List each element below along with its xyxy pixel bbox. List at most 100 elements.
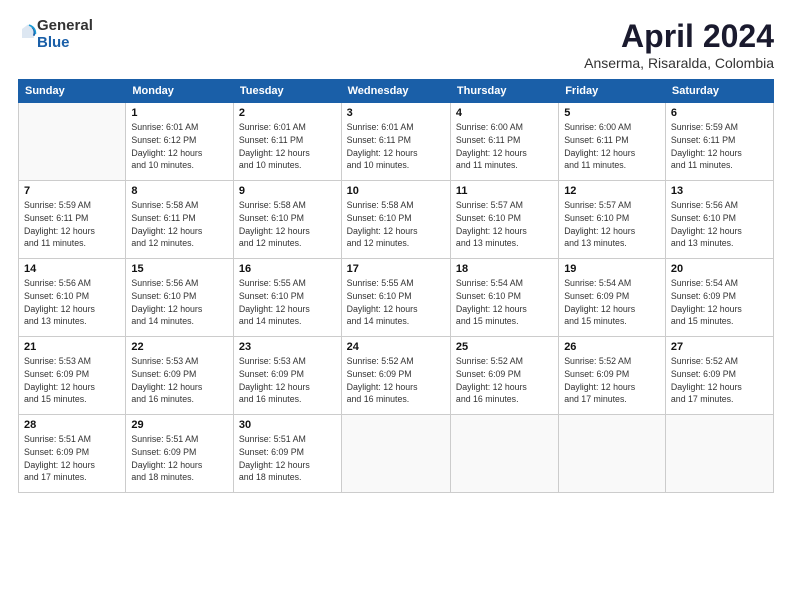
header-row: SundayMondayTuesdayWednesdayThursdayFrid… xyxy=(19,80,774,103)
day-info: Sunrise: 5:57 AM Sunset: 6:10 PM Dayligh… xyxy=(564,199,660,250)
day-number: 3 xyxy=(347,107,445,119)
week-row-3: 14 Sunrise: 5:56 AM Sunset: 6:10 PM Dayli… xyxy=(19,259,774,337)
week-row-4: 21 Sunrise: 5:53 AM Sunset: 6:09 PM Dayli… xyxy=(19,337,774,415)
day-info: Sunrise: 6:00 AM Sunset: 6:11 PM Dayligh… xyxy=(456,121,553,172)
day-cell: 19Sunrise: 5:54 AM Sunset: 6:09 PM Dayli… xyxy=(559,259,666,337)
day-number: 2 xyxy=(239,107,336,119)
day-number: 6 xyxy=(671,107,768,119)
day-cell: 20 Sunrise: 5:54 AM Sunset: 6:09 PM Dayli… xyxy=(665,259,773,337)
day-cell: 18 Sunrise: 5:54 AM Sunset: 6:10 PM Dayli… xyxy=(450,259,558,337)
day-number: 10 xyxy=(347,185,445,197)
day-cell xyxy=(19,103,126,181)
day-info: Sunrise: 6:01 AM Sunset: 6:12 PM Dayligh… xyxy=(131,121,228,172)
day-cell: 21 Sunrise: 5:53 AM Sunset: 6:09 PM Dayli… xyxy=(19,337,126,415)
day-cell: 9 Sunrise: 5:58 AM Sunset: 6:10 PM Daylig… xyxy=(233,181,341,259)
col-header-friday: Friday xyxy=(559,80,666,103)
day-cell xyxy=(559,415,666,493)
day-info: Sunrise: 5:56 AM Sunset: 6:10 PM Dayligh… xyxy=(671,199,768,250)
day-cell xyxy=(665,415,773,493)
day-info: Sunrise: 5:54 AM Sunset: 6:10 PM Dayligh… xyxy=(456,277,553,328)
header: General Blue April 2024 Anserma, Risaral… xyxy=(18,18,774,71)
col-header-wednesday: Wednesday xyxy=(341,80,450,103)
day-info: Sunrise: 5:52 AM Sunset: 6:09 PM Dayligh… xyxy=(671,355,768,406)
day-number: 24 xyxy=(347,341,445,353)
day-cell: 1 Sunrise: 6:01 AM Sunset: 6:12 PM Daylig… xyxy=(126,103,234,181)
day-cell: 14 Sunrise: 5:56 AM Sunset: 6:10 PM Dayli… xyxy=(19,259,126,337)
day-info: Sunrise: 5:58 AM Sunset: 6:10 PM Dayligh… xyxy=(239,199,336,250)
day-info: Sunrise: 5:59 AM Sunset: 6:11 PM Dayligh… xyxy=(671,121,768,172)
day-number: 28 xyxy=(24,419,120,431)
day-info: Sunrise: 5:53 AM Sunset: 6:09 PM Dayligh… xyxy=(131,355,228,406)
day-cell: 4Sunrise: 6:00 AM Sunset: 6:11 PM Daylig… xyxy=(450,103,558,181)
day-cell: 6 Sunrise: 5:59 AM Sunset: 6:11 PM Daylig… xyxy=(665,103,773,181)
page: General Blue April 2024 Anserma, Risaral… xyxy=(0,0,792,612)
day-info: Sunrise: 5:53 AM Sunset: 6:09 PM Dayligh… xyxy=(24,355,120,406)
day-cell: 25Sunrise: 5:52 AM Sunset: 6:09 PM Dayli… xyxy=(450,337,558,415)
day-info: Sunrise: 5:52 AM Sunset: 6:09 PM Dayligh… xyxy=(347,355,445,406)
day-number: 23 xyxy=(239,341,336,353)
day-number: 19 xyxy=(564,263,660,275)
logo-general: General xyxy=(37,17,93,34)
day-number: 25 xyxy=(456,341,553,353)
day-cell: 26 Sunrise: 5:52 AM Sunset: 6:09 PM Dayli… xyxy=(559,337,666,415)
day-number: 20 xyxy=(671,263,768,275)
week-row-2: 7Sunrise: 5:59 AM Sunset: 6:11 PM Daylig… xyxy=(19,181,774,259)
day-cell: 10 Sunrise: 5:58 AM Sunset: 6:10 PM Dayli… xyxy=(341,181,450,259)
day-cell: 13 Sunrise: 5:56 AM Sunset: 6:10 PM Dayli… xyxy=(665,181,773,259)
day-cell: 22Sunrise: 5:53 AM Sunset: 6:09 PM Dayli… xyxy=(126,337,234,415)
day-info: Sunrise: 6:00 AM Sunset: 6:11 PM Dayligh… xyxy=(564,121,660,172)
day-cell: 17 Sunrise: 5:55 AM Sunset: 6:10 PM Dayli… xyxy=(341,259,450,337)
day-info: Sunrise: 5:58 AM Sunset: 6:11 PM Dayligh… xyxy=(131,199,228,250)
day-info: Sunrise: 5:58 AM Sunset: 6:10 PM Dayligh… xyxy=(347,199,445,250)
col-header-sunday: Sunday xyxy=(19,80,126,103)
day-info: Sunrise: 5:55 AM Sunset: 6:10 PM Dayligh… xyxy=(239,277,336,328)
day-cell: 28 Sunrise: 5:51 AM Sunset: 6:09 PM Dayli… xyxy=(19,415,126,493)
day-info: Sunrise: 5:52 AM Sunset: 6:09 PM Dayligh… xyxy=(564,355,660,406)
day-cell: 5 Sunrise: 6:00 AM Sunset: 6:11 PM Daylig… xyxy=(559,103,666,181)
logo-icon xyxy=(19,23,37,41)
day-cell: 11 Sunrise: 5:57 AM Sunset: 6:10 PM Dayli… xyxy=(450,181,558,259)
day-cell: 3Sunrise: 6:01 AM Sunset: 6:11 PM Daylig… xyxy=(341,103,450,181)
col-header-tuesday: Tuesday xyxy=(233,80,341,103)
day-number: 13 xyxy=(671,185,768,197)
day-cell xyxy=(450,415,558,493)
logo: General Blue xyxy=(18,18,93,51)
day-number: 14 xyxy=(24,263,120,275)
day-cell: 7Sunrise: 5:59 AM Sunset: 6:11 PM Daylig… xyxy=(19,181,126,259)
day-number: 1 xyxy=(131,107,228,119)
calendar-table: SundayMondayTuesdayWednesdayThursdayFrid… xyxy=(18,79,774,493)
logo-blue: Blue xyxy=(37,34,70,51)
day-number: 18 xyxy=(456,263,553,275)
day-cell: 8 Sunrise: 5:58 AM Sunset: 6:11 PM Daylig… xyxy=(126,181,234,259)
day-number: 5 xyxy=(564,107,660,119)
day-info: Sunrise: 5:55 AM Sunset: 6:10 PM Dayligh… xyxy=(347,277,445,328)
day-number: 11 xyxy=(456,185,553,197)
day-number: 27 xyxy=(671,341,768,353)
month-title: April 2024 xyxy=(584,18,774,55)
day-number: 30 xyxy=(239,419,336,431)
day-number: 21 xyxy=(24,341,120,353)
day-number: 7 xyxy=(24,185,120,197)
day-cell: 15Sunrise: 5:56 AM Sunset: 6:10 PM Dayli… xyxy=(126,259,234,337)
day-info: Sunrise: 5:56 AM Sunset: 6:10 PM Dayligh… xyxy=(131,277,228,328)
day-number: 26 xyxy=(564,341,660,353)
day-info: Sunrise: 5:54 AM Sunset: 6:09 PM Dayligh… xyxy=(671,277,768,328)
day-number: 17 xyxy=(347,263,445,275)
week-row-5: 28 Sunrise: 5:51 AM Sunset: 6:09 PM Dayli… xyxy=(19,415,774,493)
day-cell: 12Sunrise: 5:57 AM Sunset: 6:10 PM Dayli… xyxy=(559,181,666,259)
day-number: 29 xyxy=(131,419,228,431)
day-info: Sunrise: 5:56 AM Sunset: 6:10 PM Dayligh… xyxy=(24,277,120,328)
day-cell: 24 Sunrise: 5:52 AM Sunset: 6:09 PM Dayli… xyxy=(341,337,450,415)
week-row-1: 1 Sunrise: 6:01 AM Sunset: 6:12 PM Daylig… xyxy=(19,103,774,181)
day-info: Sunrise: 5:51 AM Sunset: 6:09 PM Dayligh… xyxy=(239,433,336,484)
title-block: April 2024 Anserma, Risaralda, Colombia xyxy=(584,18,774,71)
day-cell xyxy=(341,415,450,493)
day-info: Sunrise: 5:51 AM Sunset: 6:09 PM Dayligh… xyxy=(24,433,120,484)
day-number: 9 xyxy=(239,185,336,197)
day-number: 16 xyxy=(239,263,336,275)
day-info: Sunrise: 6:01 AM Sunset: 6:11 PM Dayligh… xyxy=(239,121,336,172)
col-header-thursday: Thursday xyxy=(450,80,558,103)
day-info: Sunrise: 5:53 AM Sunset: 6:09 PM Dayligh… xyxy=(239,355,336,406)
day-info: Sunrise: 5:57 AM Sunset: 6:10 PM Dayligh… xyxy=(456,199,553,250)
day-number: 8 xyxy=(131,185,228,197)
